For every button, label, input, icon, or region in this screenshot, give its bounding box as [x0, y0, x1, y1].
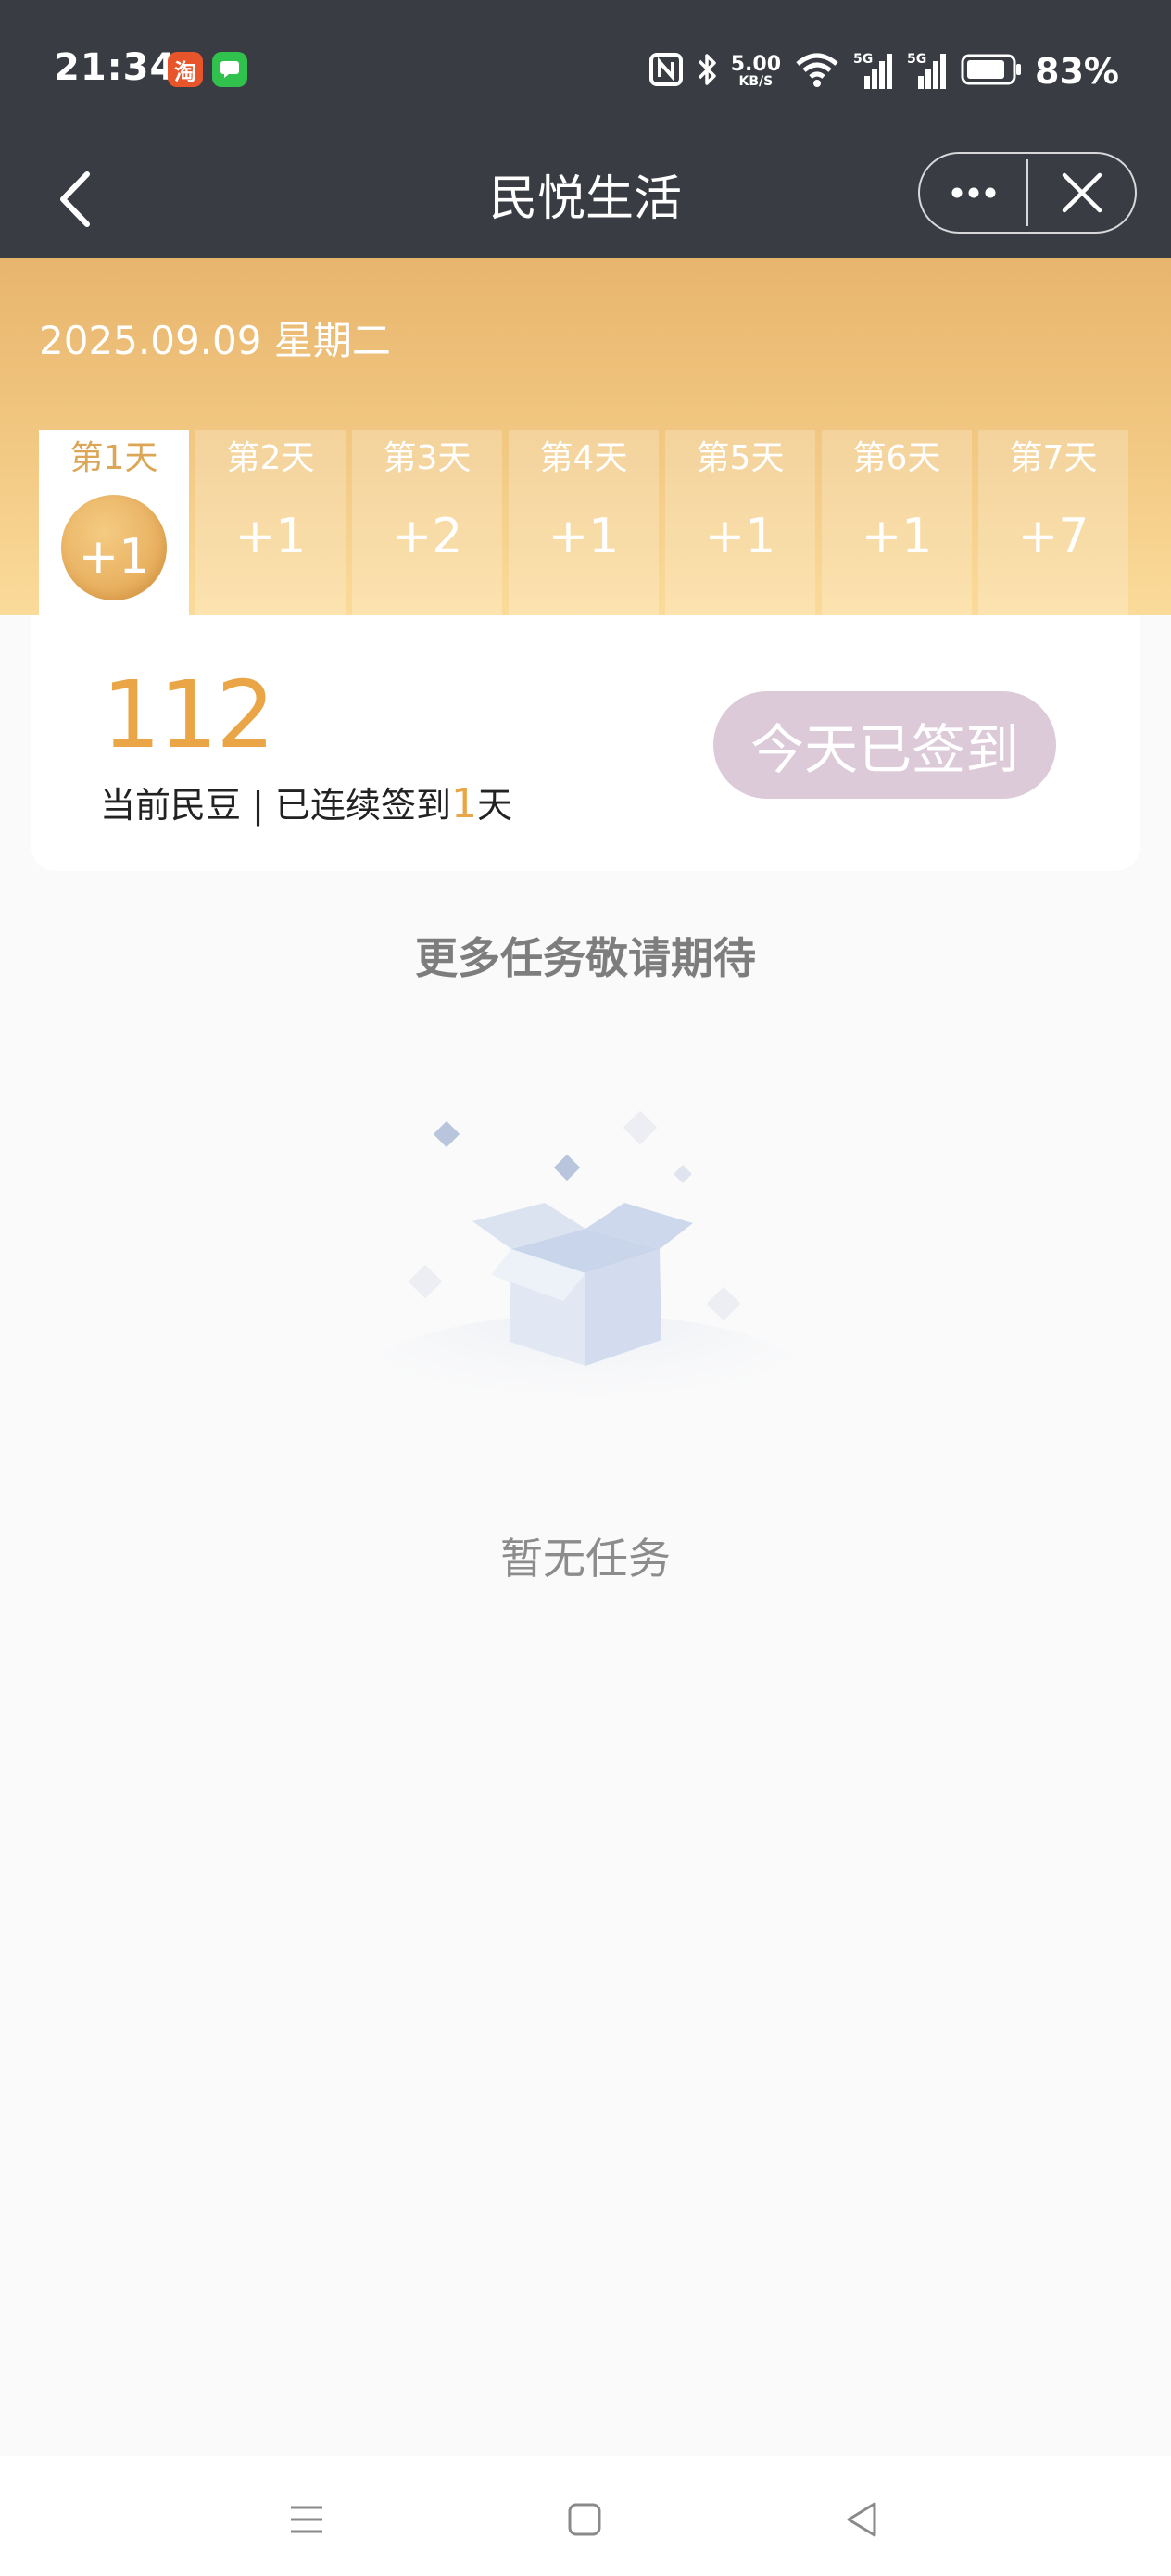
day-label: 第7天 [1009, 439, 1098, 477]
close-icon [1062, 172, 1102, 213]
day-label: 第1天 [69, 439, 158, 477]
checkin-day-1: 第1天 +1 [39, 430, 189, 615]
streak-unit: 天 [476, 785, 512, 826]
day-reward: +1 [861, 509, 933, 564]
more-dots-icon [951, 187, 995, 198]
day-reward: +1 [234, 509, 307, 564]
checkin-day-5: 第5天 +1 [665, 430, 815, 615]
wifi-icon [794, 51, 840, 92]
message-app-icon [212, 52, 247, 87]
mini-app-capsule [918, 152, 1137, 234]
signal-icon-2: 5G [907, 52, 948, 91]
points-label: 当前民豆 | 已连续签到 [100, 785, 451, 826]
streak-days: 1 [450, 780, 477, 827]
current-date: 2025.09.09 星期二 [39, 318, 391, 363]
signal-icon-1: 5G [853, 52, 894, 91]
day-reward: +1 [78, 529, 150, 585]
system-nav-bar [0, 2456, 1171, 2576]
back-nav-icon[interactable] [839, 2496, 886, 2543]
status-time: 21:34 [54, 46, 177, 89]
day-reward: +1 [548, 509, 620, 564]
checkin-day-4: 第4天 +1 [509, 430, 659, 615]
day-label: 第3天 [383, 439, 472, 477]
battery-icon [961, 54, 1022, 89]
network-speed: 5.00 KB/S [730, 53, 782, 89]
checkin-day-2: 第2天 +1 [195, 430, 346, 615]
nfc-icon [648, 53, 683, 90]
checked-in-button[interactable]: 今天已签到 [713, 691, 1056, 799]
day-reward: +7 [1017, 509, 1089, 564]
more-button[interactable] [920, 154, 1026, 232]
status-bar: 21:34 淘 5.00 KB/S 5G 5G 83% [0, 0, 1171, 143]
day-label: 第5天 [696, 439, 785, 477]
close-button[interactable] [1028, 154, 1135, 232]
points-card: 112 当前民豆 | 已连续签到1天 今天已签到 [31, 615, 1140, 871]
day-reward: +2 [391, 509, 463, 564]
bluetooth-icon [696, 51, 718, 92]
nav-bar: 民悦生活 [0, 143, 1171, 258]
checkin-header: 2025.09.09 星期二 第1天 +1 第2天 +1 第3天 +2 第4天 … [0, 258, 1171, 615]
taobao-app-icon: 淘 [168, 52, 203, 87]
home-icon[interactable] [561, 2496, 608, 2543]
day-reward: +1 [704, 509, 776, 564]
empty-box-illustration [354, 1110, 817, 1425]
day-label: 第6天 [852, 439, 941, 477]
empty-tasks-text: 暂无任务 [500, 1534, 671, 1584]
points-description: 当前民豆 | 已连续签到1天 [100, 778, 512, 831]
checkin-days: 第1天 +1 第2天 +1 第3天 +2 第4天 +1 第5天 +1 第6天 +… [39, 430, 1132, 615]
day-label: 第2天 [226, 439, 315, 477]
day-label: 第4天 [539, 439, 628, 477]
checkin-day-7: 第7天 +7 [978, 430, 1128, 615]
menu-icon[interactable] [283, 2496, 330, 2543]
checkin-day-3: 第3天 +2 [352, 430, 502, 615]
points-value: 112 [102, 661, 275, 769]
more-tasks-heading: 更多任务敬请期待 [415, 933, 756, 983]
checkin-day-6: 第6天 +1 [822, 430, 972, 615]
battery-percent: 83% [1035, 51, 1119, 92]
